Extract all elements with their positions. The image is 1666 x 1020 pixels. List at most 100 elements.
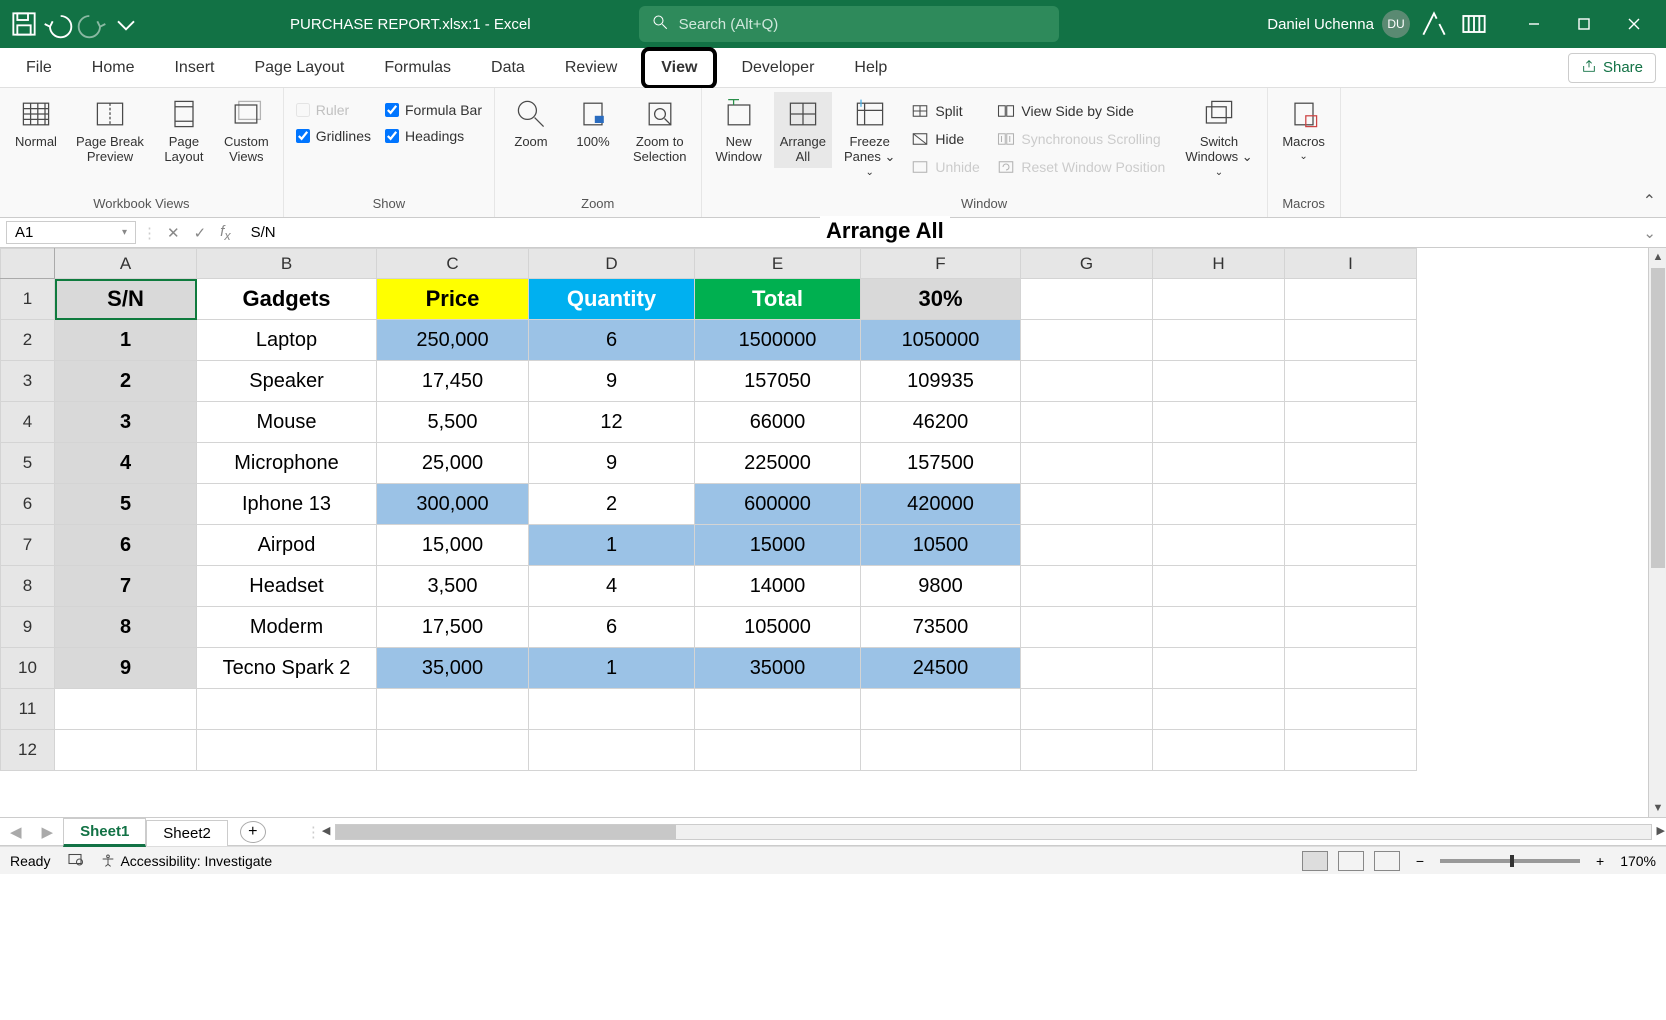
row-header-4[interactable]: 4 (1, 402, 55, 443)
cell-C3[interactable]: 17,450 (377, 361, 529, 402)
row-header-11[interactable]: 11 (1, 689, 55, 730)
cell-E2[interactable]: 1500000 (695, 320, 861, 361)
cell-E1[interactable]: Total (695, 279, 861, 320)
cell-A2[interactable]: 1 (55, 320, 197, 361)
cell-empty[interactable] (1285, 689, 1417, 730)
view-normal-button[interactable] (1302, 851, 1328, 871)
cell-empty[interactable] (1285, 730, 1417, 771)
user-account[interactable]: Daniel Uchenna DU (1267, 10, 1410, 38)
row-header-6[interactable]: 6 (1, 484, 55, 525)
tab-file[interactable]: File (10, 51, 68, 85)
cell-D9[interactable]: 6 (529, 607, 695, 648)
cell-E8[interactable]: 14000 (695, 566, 861, 607)
zoom-in-button[interactable]: + (1596, 853, 1604, 869)
page-break-preview-button[interactable]: Page Break Preview (70, 92, 150, 168)
cell-empty[interactable] (861, 689, 1021, 730)
cell-E6[interactable]: 600000 (695, 484, 861, 525)
cell-D10[interactable]: 1 (529, 648, 695, 689)
cell-D2[interactable]: 6 (529, 320, 695, 361)
zoom-level[interactable]: 170% (1620, 853, 1656, 869)
zoom-button[interactable]: Zoom (503, 92, 559, 153)
tab-help[interactable]: Help (838, 51, 903, 85)
cell-C9[interactable]: 17,500 (377, 607, 529, 648)
name-box[interactable]: A1▾ (6, 221, 136, 244)
cell-E10[interactable]: 35000 (695, 648, 861, 689)
cell-empty[interactable] (55, 689, 197, 730)
page-layout-button[interactable]: Page Layout (156, 92, 212, 168)
sheet-tab-2[interactable]: Sheet2 (146, 820, 228, 846)
minimize-button[interactable] (1510, 8, 1558, 40)
normal-view-button[interactable]: Normal (8, 92, 64, 153)
row-header-7[interactable]: 7 (1, 525, 55, 566)
cell-F7[interactable]: 10500 (861, 525, 1021, 566)
cell-D8[interactable]: 4 (529, 566, 695, 607)
zoom-out-button[interactable]: − (1416, 853, 1424, 869)
redo-button[interactable] (76, 8, 108, 40)
cell-A9[interactable]: 8 (55, 607, 197, 648)
horizontal-scrollbar[interactable]: ◀▶ (335, 824, 1652, 840)
view-page-break-button[interactable] (1374, 851, 1400, 871)
switch-windows-button[interactable]: Switch Windows ⌄⌄ (1179, 92, 1258, 182)
cell-D5[interactable]: 9 (529, 443, 695, 484)
qat-dropdown[interactable] (110, 8, 142, 40)
formula-bar-checkbox[interactable]: Formula Bar (381, 100, 486, 120)
save-button[interactable] (8, 8, 40, 40)
accessibility-status[interactable]: Accessibility: Investigate (100, 853, 272, 869)
view-page-layout-button[interactable] (1338, 851, 1364, 871)
cell-D7[interactable]: 1 (529, 525, 695, 566)
cell-E7[interactable]: 15000 (695, 525, 861, 566)
cell-A4[interactable]: 3 (55, 402, 197, 443)
row-header-1[interactable]: 1 (1, 279, 55, 320)
scroll-down-icon[interactable]: ▼ (1649, 799, 1666, 817)
col-header-D[interactable]: D (529, 249, 695, 279)
close-button[interactable] (1610, 8, 1658, 40)
view-side-by-side-button[interactable]: View Side by Side (993, 100, 1173, 122)
cell-empty[interactable] (1021, 689, 1153, 730)
cell-empty[interactable] (1021, 730, 1153, 771)
cell-A7[interactable]: 6 (55, 525, 197, 566)
cell-F5[interactable]: 157500 (861, 443, 1021, 484)
cell-B4[interactable]: Mouse (197, 402, 377, 443)
cell-empty[interactable] (695, 730, 861, 771)
cell-A10[interactable]: 9 (55, 648, 197, 689)
cell-F1[interactable]: 30% (861, 279, 1021, 320)
col-header-E[interactable]: E (695, 249, 861, 279)
row-header-5[interactable]: 5 (1, 443, 55, 484)
new-window-button[interactable]: New Window (710, 92, 768, 168)
maximize-button[interactable] (1560, 8, 1608, 40)
cell-F3[interactable]: 109935 (861, 361, 1021, 402)
row-header-9[interactable]: 9 (1, 607, 55, 648)
cell-B5[interactable]: Microphone (197, 443, 377, 484)
scroll-thumb[interactable] (1651, 268, 1665, 568)
cell-C8[interactable]: 3,500 (377, 566, 529, 607)
undo-button[interactable] (42, 8, 74, 40)
row-header-8[interactable]: 8 (1, 566, 55, 607)
col-header-G[interactable]: G (1021, 249, 1153, 279)
cell-F9[interactable]: 73500 (861, 607, 1021, 648)
tab-home[interactable]: Home (76, 51, 151, 85)
cell-B3[interactable]: Speaker (197, 361, 377, 402)
zoom-to-selection-button[interactable]: Zoom to Selection (627, 92, 692, 168)
cancel-icon[interactable]: ✕ (167, 224, 180, 242)
cell-C10[interactable]: 35,000 (377, 648, 529, 689)
coming-soon-icon[interactable] (1418, 8, 1450, 40)
cell-B8[interactable]: Headset (197, 566, 377, 607)
cell-A1[interactable]: S/N (55, 279, 197, 320)
cell-E9[interactable]: 105000 (695, 607, 861, 648)
arrange-all-button[interactable]: Arrange All (774, 92, 832, 168)
cell-B6[interactable]: Iphone 13 (197, 484, 377, 525)
prev-sheet-button[interactable]: ◀ (0, 823, 32, 841)
cell-A8[interactable]: 7 (55, 566, 197, 607)
col-header-B[interactable]: B (197, 249, 377, 279)
spreadsheet-grid[interactable]: ABCDEFGHI1S/NGadgetsPriceQuantityTotal30… (0, 248, 1666, 818)
row-header-12[interactable]: 12 (1, 730, 55, 771)
cell-F8[interactable]: 9800 (861, 566, 1021, 607)
cell-E4[interactable]: 66000 (695, 402, 861, 443)
collapse-ribbon-icon[interactable]: ⌃ (1643, 191, 1656, 211)
cell-C7[interactable]: 15,000 (377, 525, 529, 566)
cell-D1[interactable]: Quantity (529, 279, 695, 320)
col-header-I[interactable]: I (1285, 249, 1417, 279)
cell-B7[interactable]: Airpod (197, 525, 377, 566)
col-header-C[interactable]: C (377, 249, 529, 279)
tab-data[interactable]: Data (475, 51, 541, 85)
